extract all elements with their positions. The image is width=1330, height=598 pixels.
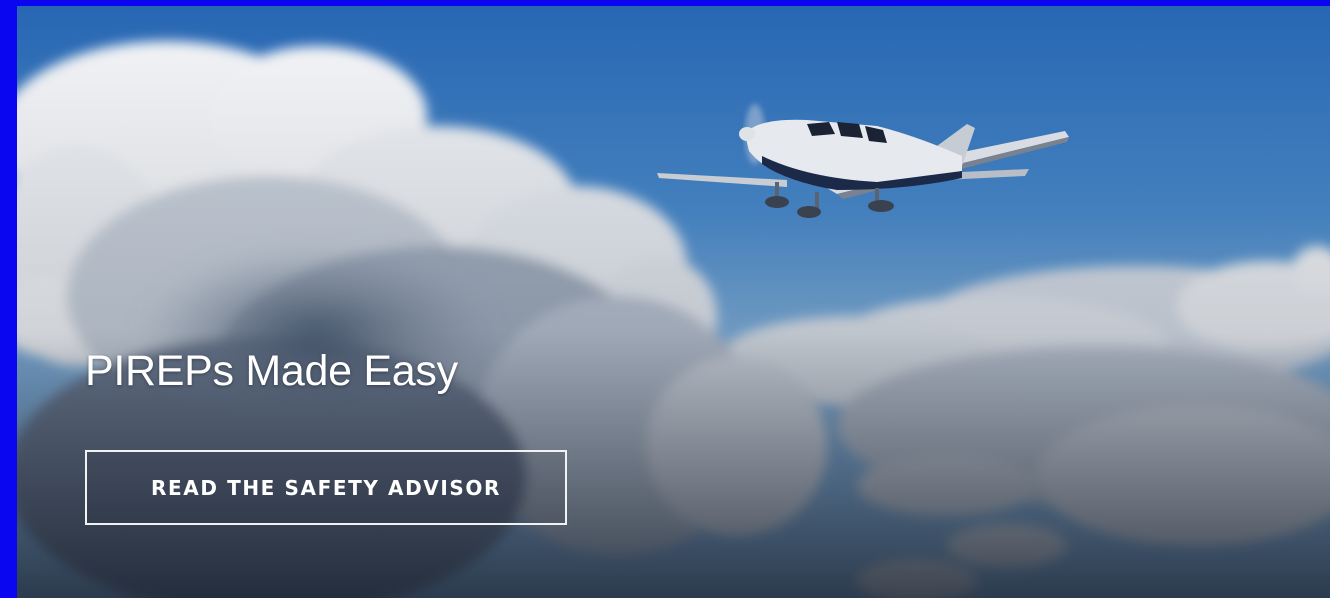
cta-label: READ THE SAFETY ADVISOR [150, 475, 501, 500]
read-safety-advisor-button[interactable]: READ THE SAFETY ADVISOR [85, 450, 567, 525]
page-frame: PIREPs Made Easy READ THE SAFETY ADVISOR [0, 0, 1330, 598]
hero-banner: PIREPs Made Easy READ THE SAFETY ADVISOR [17, 6, 1330, 598]
hero-title: PIREPs Made Easy [85, 347, 458, 395]
